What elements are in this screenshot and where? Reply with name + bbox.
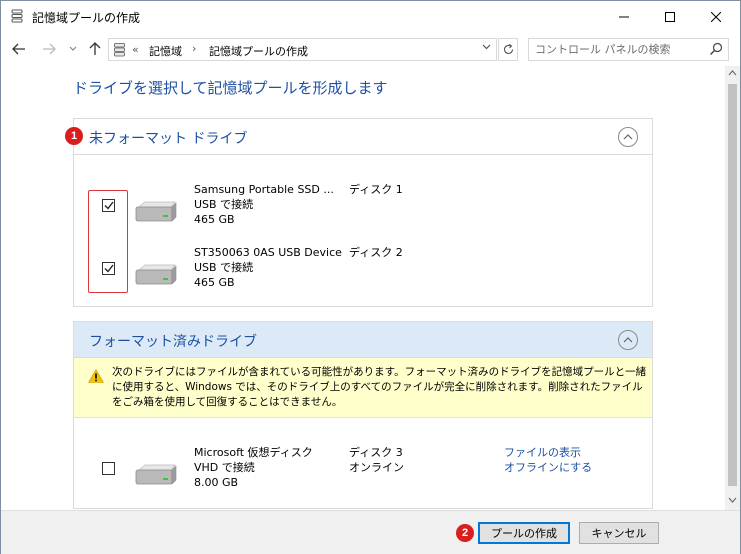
drive-connection: USB で接続 — [194, 198, 254, 211]
arrow-right-icon — [43, 43, 56, 55]
formatted-section-title: フォーマット済みドライブ — [89, 334, 257, 350]
title-bar: 記憶域プールの作成 — [1, 1, 740, 32]
search-icon[interactable] — [709, 42, 723, 56]
step-badge-2: 2 — [456, 524, 474, 542]
scroll-up-icon[interactable] — [728, 69, 737, 78]
view-files-link[interactable]: ファイルの表示 — [504, 445, 581, 460]
drive-disk-number: ディスク 2 — [349, 246, 403, 259]
drive-disk-number: ディスク 3 — [349, 446, 403, 459]
forward-button[interactable] — [40, 40, 58, 58]
chevron-up-icon — [623, 134, 633, 140]
hard-drive-icon — [135, 264, 177, 285]
navigation-bar: « 記憶域 › 記憶域プールの作成 — [1, 32, 740, 66]
arrow-up-icon — [89, 42, 101, 55]
create-pool-window: 記憶域プールの作成 « 記憶域 › 記憶域プールの作成 コントロール パネルの検… — [0, 0, 741, 554]
drive-name: Samsung Portable SSD ... — [194, 183, 334, 196]
dialog-footer: 2 プールの作成 キャンセル — [1, 510, 740, 554]
unformatted-drives-section: 未フォーマット ドライブ Samsung Portable SSD ... US… — [73, 118, 653, 307]
drive-row-disk3: Microsoft 仮想ディスク VHD で接続 8.00 GB ディスク 3 … — [74, 438, 652, 494]
take-offline-link[interactable]: オフラインにする — [504, 460, 592, 475]
page-heading: ドライブを選択して記憶域プールを形成します — [73, 79, 388, 97]
drive-size: 8.00 GB — [194, 476, 239, 489]
vertical-scrollbar[interactable] — [725, 66, 740, 510]
chevron-down-icon — [69, 46, 77, 51]
formatted-section-header[interactable]: フォーマット済みドライブ — [74, 322, 652, 358]
chevron-up-icon — [623, 337, 633, 343]
drive-disk-number: ディスク 1 — [349, 183, 403, 196]
breadcrumb-create-pool[interactable]: 記憶域プールの作成 — [209, 43, 308, 59]
refresh-icon — [503, 44, 513, 55]
warning-text: 次のドライブにはファイルが含まれている可能性があります。フォーマット済みのドライ… — [112, 366, 647, 408]
drive-connection: VHD で接続 — [194, 461, 255, 474]
formatted-drives-section: フォーマット済みドライブ 次のドライブにはファイルが含まれている可能性があります… — [73, 321, 653, 509]
collapse-formatted-button[interactable] — [618, 330, 638, 350]
drive-name: Microsoft 仮想ディスク — [194, 446, 313, 459]
breadcrumb-overflow[interactable]: « — [132, 43, 139, 56]
up-button[interactable] — [86, 40, 104, 58]
drive-status: オンライン — [349, 461, 404, 474]
hard-drive-icon — [135, 201, 177, 222]
drive-size: 465 GB — [194, 213, 235, 226]
drive-size: 465 GB — [194, 276, 235, 289]
collapse-unformatted-button[interactable] — [618, 127, 638, 147]
warning-icon — [88, 369, 104, 383]
step-badge-1: 1 — [65, 127, 83, 145]
drive-row-disk2: ST350063 0AS USB Device USB で接続 465 GB デ… — [74, 238, 652, 294]
drive-connection: USB で接続 — [194, 261, 254, 274]
selection-highlight-box — [88, 190, 128, 293]
search-input[interactable] — [535, 42, 705, 57]
address-dropdown-icon[interactable] — [482, 42, 491, 53]
scrollbar-thumb[interactable] — [728, 84, 737, 486]
drive-row-disk1: Samsung Portable SSD ... USB で接続 465 GB … — [74, 175, 652, 231]
close-icon — [711, 11, 721, 22]
refresh-button[interactable] — [498, 38, 518, 61]
warning-banner: 次のドライブにはファイルが含まれている可能性があります。フォーマット済みのドライ… — [74, 358, 652, 418]
arrow-left-icon — [12, 43, 25, 55]
drive-checkbox-disk3[interactable] — [102, 462, 115, 475]
storage-spaces-icon — [114, 43, 125, 57]
unformatted-section-title: 未フォーマット ドライブ — [89, 131, 248, 147]
maximize-icon — [665, 11, 675, 22]
window-title: 記憶域プールの作成 — [32, 11, 141, 25]
breadcrumb-storage-spaces[interactable]: 記憶域 — [149, 43, 182, 59]
minimize-icon — [619, 16, 629, 17]
search-box[interactable] — [528, 38, 729, 61]
cancel-button[interactable]: キャンセル — [579, 522, 659, 544]
create-pool-button[interactable]: プールの作成 — [478, 522, 570, 544]
back-button[interactable] — [10, 40, 28, 58]
minimize-button[interactable] — [601, 1, 647, 32]
unformatted-section-header[interactable]: 未フォーマット ドライブ — [74, 119, 652, 155]
address-bar[interactable]: « 記憶域 › 記憶域プールの作成 — [108, 38, 497, 61]
recent-locations-button[interactable] — [64, 40, 82, 58]
breadcrumb-separator-icon[interactable]: › — [192, 42, 196, 55]
storage-pool-icon — [11, 9, 23, 23]
drive-name: ST350063 0AS USB Device — [194, 246, 342, 259]
scroll-down-icon[interactable] — [728, 496, 737, 505]
hard-drive-icon — [135, 464, 177, 485]
maximize-button[interactable] — [647, 1, 693, 32]
close-button[interactable] — [693, 1, 739, 32]
